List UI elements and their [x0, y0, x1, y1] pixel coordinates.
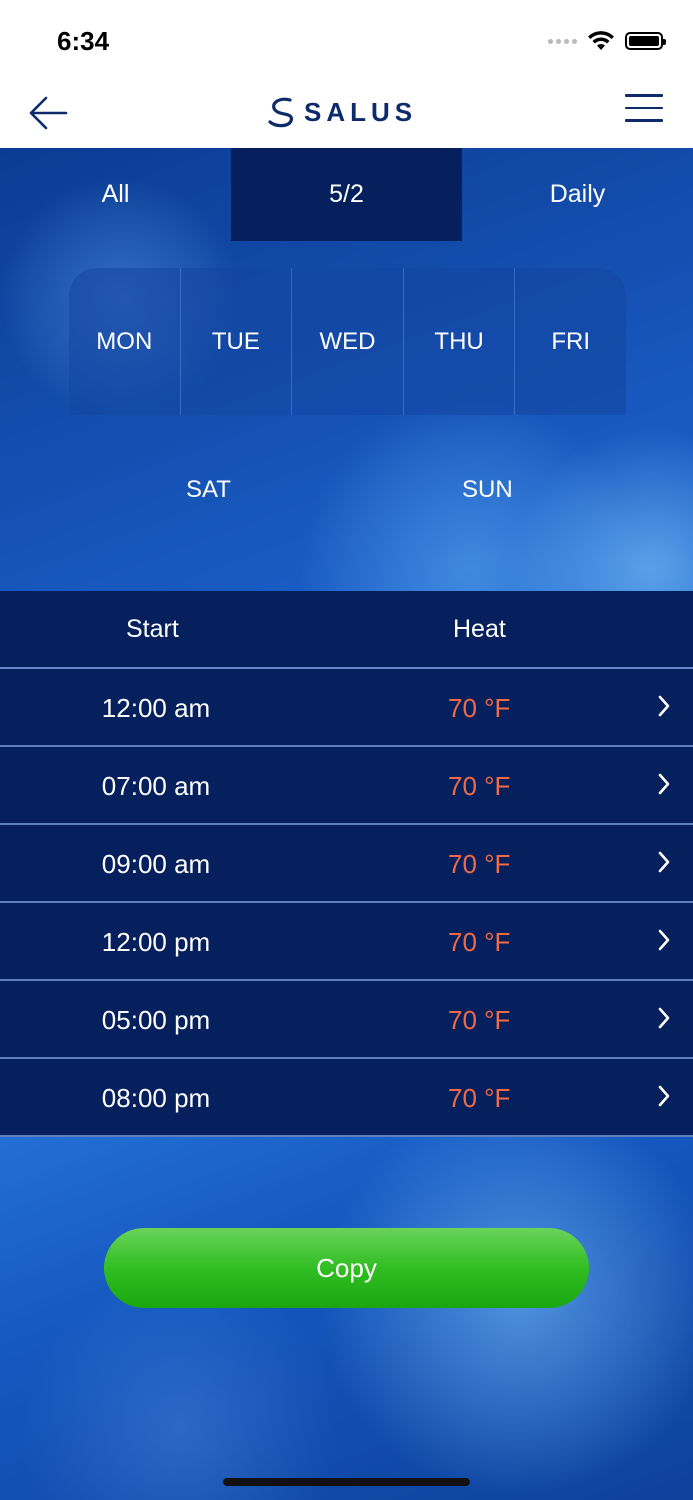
chevron-right-icon [658, 851, 670, 873]
column-header-heat: Heat [453, 615, 506, 643]
salus-logo: SALUS [266, 94, 417, 130]
weekend-group: SAT SUN [0, 448, 693, 538]
row-heat-temp: 70 °F [448, 1005, 511, 1035]
schedule-mode-tabs: All 5/2 Daily [0, 148, 693, 241]
row-start-time: 07:00 am [101, 771, 211, 801]
hamburger-menu-icon[interactable] [625, 94, 663, 126]
copy-button[interactable]: Copy [104, 1228, 589, 1308]
row-start-time: 12:00 am [101, 693, 211, 723]
chevron-right-icon [658, 695, 670, 717]
day-sun[interactable]: SUN [462, 476, 513, 504]
schedule-table: Start Heat 12:00 am 70 °F 07:00 am 70 °F… [0, 591, 693, 1137]
status-icons [548, 30, 666, 52]
day-thu[interactable]: THU [404, 268, 516, 415]
row-start-time: 05:00 pm [101, 1005, 211, 1035]
schedule-header: Start Heat [0, 591, 693, 669]
row-heat-temp: 70 °F [448, 927, 511, 957]
tab-5-2[interactable]: 5/2 [231, 148, 462, 241]
nav-bar: SALUS [0, 80, 693, 148]
day-wed[interactable]: WED [292, 268, 404, 415]
day-tue[interactable]: TUE [181, 268, 293, 415]
logo-text: SALUS [304, 96, 418, 127]
status-time: 6:34 [57, 26, 110, 56]
schedule-row[interactable]: 08:00 pm 70 °F [0, 1059, 693, 1137]
cellular-signal-icon [548, 38, 577, 44]
battery-icon [625, 32, 666, 50]
column-header-start: Start [126, 615, 179, 643]
tab-daily[interactable]: Daily [462, 148, 693, 241]
day-sat[interactable]: SAT [186, 476, 231, 504]
chevron-right-icon [658, 1007, 670, 1029]
chevron-right-icon [658, 1085, 670, 1107]
row-heat-temp: 70 °F [448, 849, 511, 879]
schedule-screen: All 5/2 Daily MON TUE WED THU FRI SAT SU… [0, 148, 693, 1500]
status-bar: 6:34 [0, 0, 693, 80]
schedule-row[interactable]: 05:00 pm 70 °F [0, 981, 693, 1059]
row-start-time: 12:00 pm [101, 927, 211, 957]
tab-all[interactable]: All [0, 148, 231, 241]
row-start-time: 08:00 pm [101, 1083, 211, 1113]
chevron-right-icon [658, 773, 670, 795]
schedule-row[interactable]: 12:00 am 70 °F [0, 669, 693, 747]
chevron-right-icon [658, 929, 670, 951]
row-heat-temp: 70 °F [448, 771, 511, 801]
arrow-left-icon [29, 96, 68, 130]
day-fri[interactable]: FRI [515, 268, 626, 415]
schedule-row[interactable]: 09:00 am 70 °F [0, 825, 693, 903]
row-heat-temp: 70 °F [448, 693, 511, 723]
weekday-group[interactable]: MON TUE WED THU FRI [69, 268, 626, 415]
wifi-icon [588, 31, 614, 50]
back-button[interactable] [26, 90, 72, 136]
salus-swirl-icon [268, 97, 293, 128]
row-heat-temp: 70 °F [448, 1083, 511, 1113]
home-indicator[interactable] [223, 1478, 470, 1486]
row-start-time: 09:00 am [101, 849, 211, 879]
schedule-row[interactable]: 07:00 am 70 °F [0, 747, 693, 825]
schedule-row[interactable]: 12:00 pm 70 °F [0, 903, 693, 981]
day-mon[interactable]: MON [69, 268, 181, 415]
